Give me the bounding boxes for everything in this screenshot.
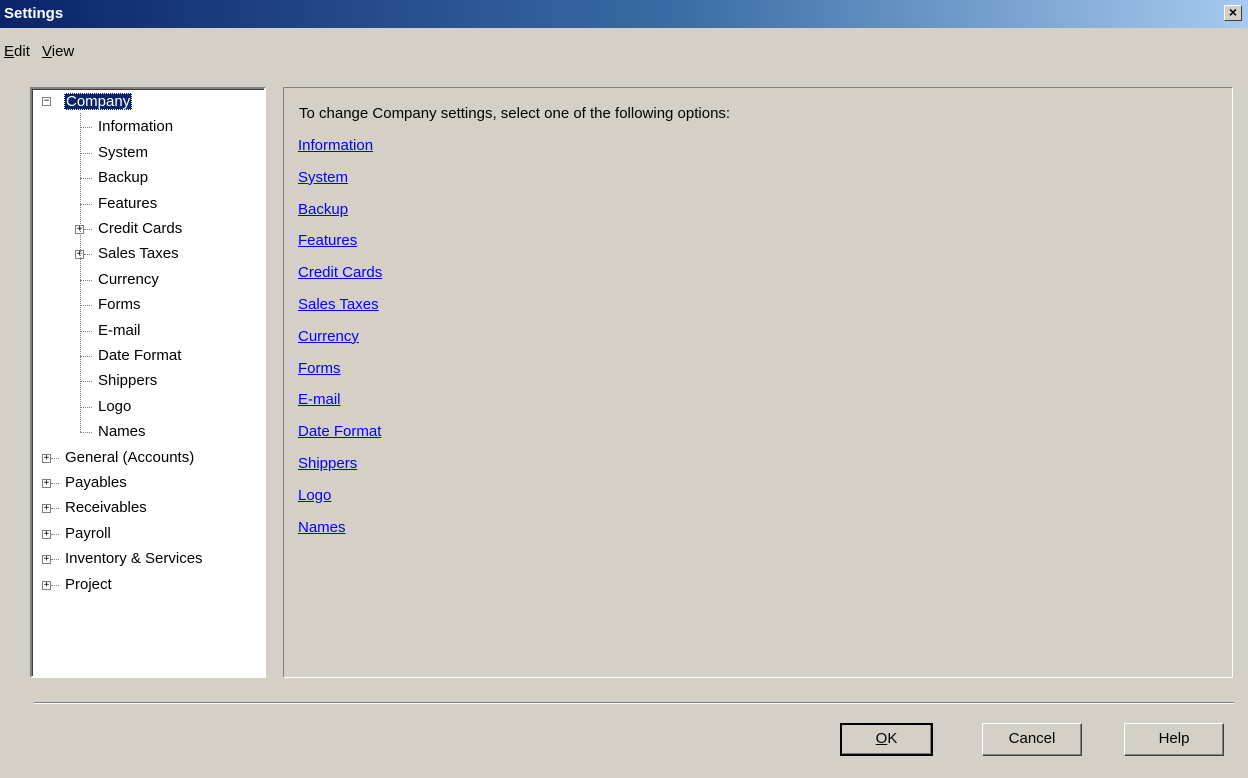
tree-node-label: System	[98, 143, 149, 161]
tree-node-company[interactable]: Company	[64, 92, 133, 112]
tree-connector	[51, 483, 59, 484]
tree-node-sales-taxes[interactable]: Sales Taxes	[96, 244, 181, 264]
tree-node-logo[interactable]: Logo	[96, 397, 133, 417]
tree-connector	[51, 559, 59, 561]
content-panel	[283, 87, 1233, 678]
ok-button[interactable]: OK	[840, 723, 933, 756]
tree-node-label: Date Format	[98, 347, 182, 364]
link-features[interactable]: Features	[298, 232, 357, 249]
tree-connector	[51, 584, 59, 586]
separator	[34, 702, 1234, 704]
tree-node-label: Inventory & Services	[65, 550, 203, 568]
tree-connector	[84, 254, 92, 256]
tree-node-names[interactable]: Names	[96, 422, 148, 442]
link-credit-cards[interactable]: Credit Cards	[298, 264, 382, 281]
link-information[interactable]: Information	[298, 137, 373, 154]
help-button[interactable]: Help	[1124, 723, 1224, 756]
intro-text: To change Company settings, select one o…	[299, 105, 731, 122]
tree-node-system[interactable]: System	[96, 143, 150, 163]
tree-node-inventory-services[interactable]: Inventory & Services	[63, 549, 205, 569]
tree-node-label: Payables	[65, 474, 127, 491]
tree-connector	[84, 229, 92, 230]
tree-node-currency[interactable]: Currency	[96, 270, 161, 290]
tree-node-label: Backup	[98, 169, 149, 187]
tree-node-date-format[interactable]: Date Format	[96, 346, 183, 366]
menu-view[interactable]: View	[42, 43, 74, 60]
tree-node-label: Features	[98, 194, 158, 212]
tree-node-label: Receivables	[65, 499, 147, 517]
tree-connector	[80, 406, 92, 408]
link-sales-taxes[interactable]: Sales Taxes	[298, 296, 379, 313]
link-system[interactable]: System	[298, 169, 348, 186]
tree-node-label: Company	[64, 93, 133, 110]
link-e-mail[interactable]: E-mail	[298, 391, 341, 408]
link-backup[interactable]: Backup	[298, 201, 348, 218]
expand-icon[interactable]: +	[42, 479, 51, 488]
tree-node-shippers[interactable]: Shippers	[96, 371, 159, 391]
link-forms[interactable]: Forms	[298, 360, 341, 377]
tree-node-label: E-mail	[98, 321, 141, 339]
tree-connector	[80, 203, 92, 205]
tree-connector	[80, 178, 92, 180]
expand-icon[interactable]: +	[42, 555, 51, 565]
tree-connector	[80, 356, 92, 357]
tree-node-payroll[interactable]: Payroll	[63, 524, 113, 544]
tree-node-payables[interactable]: Payables	[63, 473, 129, 493]
link-names[interactable]: Names	[298, 519, 346, 536]
tree-node-information[interactable]: Information	[96, 117, 175, 137]
tree-node-label: General (Accounts)	[65, 448, 195, 466]
tree-node-label: Forms	[98, 296, 141, 314]
link-logo[interactable]: Logo	[298, 487, 331, 504]
close-icon: ×	[1228, 4, 1238, 20]
tree-connector	[51, 457, 59, 459]
expand-icon[interactable]: +	[42, 580, 51, 590]
tree-connector	[80, 432, 92, 434]
link-date-format[interactable]: Date Format	[298, 423, 381, 440]
tree-connector	[80, 113, 81, 433]
tree-node-features[interactable]: Features	[96, 194, 159, 214]
tree-connector	[80, 152, 92, 154]
tree-node-receivables[interactable]: Receivables	[63, 498, 149, 518]
expand-icon[interactable]: +	[42, 453, 51, 463]
settings-tree[interactable]: − Company Information System Backup Features +…	[30, 87, 266, 678]
tree-node-general-accounts[interactable]: General (Accounts)	[63, 448, 196, 468]
tree-node-e-mail[interactable]: E-mail	[96, 321, 143, 341]
tree-connector	[51, 533, 59, 535]
tree-node-label: Project	[65, 575, 112, 593]
tree-node-label: Payroll	[65, 524, 111, 542]
tree-connector	[80, 279, 92, 281]
tree-node-project[interactable]: Project	[63, 575, 114, 595]
tree-node-forms[interactable]: Forms	[96, 295, 143, 315]
tree-node-label: Information	[98, 118, 174, 136]
link-currency[interactable]: Currency	[298, 328, 359, 345]
tree-node-label: Logo	[98, 397, 132, 415]
link-shippers[interactable]: Shippers	[298, 455, 357, 472]
window-title: Settings	[4, 5, 64, 22]
tree-connector	[80, 330, 92, 332]
tree-node-label: Shippers	[98, 372, 158, 390]
title-bar: Settings ×	[0, 0, 1248, 28]
tree-connector	[80, 381, 92, 383]
tree-connector	[80, 305, 92, 307]
collapse-icon[interactable]: −	[42, 97, 51, 106]
tree-node-credit-cards[interactable]: Credit Cards	[96, 219, 184, 239]
expand-icon[interactable]: +	[42, 529, 51, 539]
tree-node-label: Currency	[98, 270, 159, 288]
expand-icon[interactable]: +	[42, 504, 51, 514]
close-button[interactable]: ×	[1224, 5, 1242, 21]
tree-node-backup[interactable]: Backup	[96, 168, 150, 188]
tree-node-label: Sales Taxes	[98, 245, 179, 263]
tree-node-label: Names	[98, 423, 146, 441]
tree-node-label: Credit Cards	[98, 220, 183, 237]
cancel-button[interactable]: Cancel	[982, 723, 1082, 756]
menu-edit[interactable]: Edit	[4, 43, 30, 60]
tree-connector	[51, 508, 59, 510]
tree-connector	[80, 127, 92, 129]
